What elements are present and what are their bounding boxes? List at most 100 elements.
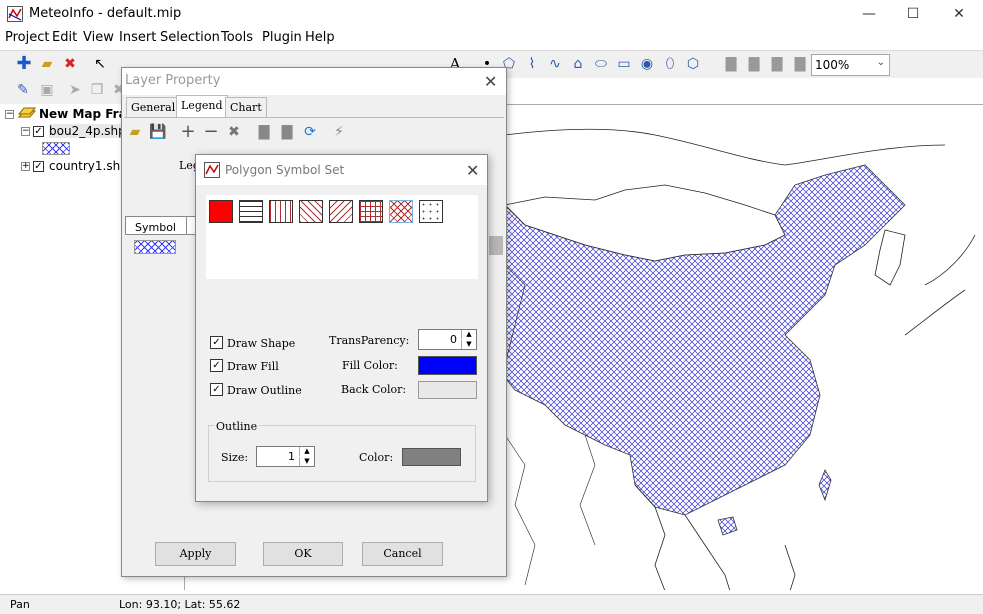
app-icon <box>7 6 23 22</box>
outline-color-swatch[interactable] <box>402 448 461 466</box>
tab-divider <box>124 117 504 118</box>
layer-checkbox[interactable]: ✓ <box>33 126 44 137</box>
move-down-icon[interactable]: ▇ <box>278 123 296 141</box>
menu-insert[interactable]: Insert <box>119 30 156 45</box>
save-icon[interactable]: 💾 <box>149 123 167 141</box>
spin-down-icon[interactable]: ▼ <box>299 457 314 466</box>
edit-icon[interactable]: ⚡ <box>330 123 348 141</box>
apply-button[interactable]: Apply <box>155 542 236 566</box>
menu-view[interactable]: View <box>83 30 114 45</box>
clear-breaks-icon[interactable]: ✖ <box>225 123 243 141</box>
collapse-icon[interactable]: − <box>21 127 30 136</box>
symbol-dialog-title: Polygon Symbol Set <box>225 163 345 177</box>
draw-fill-label: Draw Fill <box>227 360 279 373</box>
title-bar: MeteoInfo - default.mip — ☐ ✕ <box>0 0 983 28</box>
ellipse-tool-icon[interactable]: ⬯ <box>661 55 679 73</box>
select-pointer-icon[interactable]: ↖ <box>91 55 109 73</box>
remove-break-icon[interactable]: − <box>202 123 220 141</box>
symbol-column-header: Symbol <box>125 216 187 235</box>
app-icon <box>204 162 220 178</box>
menu-selection[interactable]: Selection <box>160 30 220 45</box>
pattern-forward-diagonal[interactable] <box>329 200 353 223</box>
remove-layer-icon[interactable]: ✖ <box>61 55 79 73</box>
menu-bar: Project Edit View Insert Selection Tools… <box>0 28 983 48</box>
draw-outline-checkbox[interactable]: ✓ <box>210 383 223 396</box>
close-window-button[interactable]: ✕ <box>948 4 970 24</box>
menu-help[interactable]: Help <box>305 30 335 45</box>
menu-edit[interactable]: Edit <box>52 30 77 45</box>
copy-feature-icon[interactable]: ❐ <box>88 81 106 99</box>
pattern-vertical[interactable] <box>269 200 293 223</box>
layer-checkbox[interactable]: ✓ <box>33 161 44 172</box>
status-bar: Pan Lon: 93.10; Lat: 55.62 <box>0 594 983 614</box>
close-icon[interactable]: ✕ <box>484 74 497 90</box>
freehand-polygon-icon[interactable]: ⬭ <box>592 55 610 73</box>
refresh-icon[interactable]: ⟳ <box>301 123 319 141</box>
map-frame-icon <box>18 107 36 118</box>
spin-down-icon[interactable]: ▼ <box>461 340 476 349</box>
page-zoom-in-icon[interactable]: ▇ <box>745 55 763 73</box>
menu-project[interactable]: Project <box>5 30 49 45</box>
add-layer-icon[interactable]: ✚ <box>15 55 33 73</box>
add-break-icon[interactable]: + <box>179 123 197 141</box>
legend-symbol-swatch[interactable] <box>134 240 176 254</box>
fill-color-label: Fill Color: <box>342 359 398 372</box>
outline-size-spinner[interactable]: 1 ▲ ▼ <box>256 446 315 467</box>
pencil-icon[interactable]: ✎ <box>14 81 32 99</box>
tab-legend[interactable]: Legend <box>176 95 228 117</box>
outline-group-label: Outline <box>214 420 260 433</box>
open-folder-icon[interactable]: ▰ <box>126 123 144 141</box>
move-up-icon[interactable]: ▇ <box>255 123 273 141</box>
select-feature-icon[interactable]: ➤ <box>66 81 84 99</box>
maximize-button[interactable]: ☐ <box>902 4 924 24</box>
transparency-value: 0 <box>450 333 457 346</box>
close-icon[interactable]: ✕ <box>466 163 479 179</box>
tab-general[interactable]: General <box>126 97 181 117</box>
transparency-label: TransParency: <box>329 334 410 347</box>
spin-up-icon[interactable]: ▲ <box>461 330 476 339</box>
menu-tools[interactable]: Tools <box>221 30 253 45</box>
polygon-tool-icon[interactable]: ⌂ <box>569 55 587 73</box>
zoom-value: 100% <box>815 58 850 72</box>
curve-polygon-icon[interactable]: ⬡ <box>684 55 702 73</box>
pattern-cross[interactable] <box>359 200 383 223</box>
pattern-back-diagonal[interactable] <box>299 200 323 223</box>
pattern-solid[interactable] <box>209 200 233 223</box>
save-edits-icon[interactable]: ▣ <box>38 81 56 99</box>
polyline-tool-icon[interactable]: ⌇ <box>523 55 541 73</box>
draw-shape-label: Draw Shape <box>227 337 296 350</box>
pattern-dots[interactable] <box>419 200 443 223</box>
layer-dialog-title: Layer Property <box>125 73 221 88</box>
draw-shape-checkbox[interactable]: ✓ <box>210 336 223 349</box>
draw-fill-checkbox[interactable]: ✓ <box>210 359 223 372</box>
spin-up-icon[interactable]: ▲ <box>299 447 314 456</box>
fill-color-swatch[interactable] <box>418 356 477 375</box>
expand-icon[interactable]: + <box>21 162 30 171</box>
circle-tool-icon[interactable]: ◉ <box>638 55 656 73</box>
pattern-diagonal-cross[interactable] <box>389 200 413 223</box>
ok-button[interactable]: OK <box>263 542 343 566</box>
pattern-horizontal[interactable] <box>239 200 263 223</box>
transparency-spinner[interactable]: 0 ▲ ▼ <box>418 329 477 350</box>
size-label: Size: <box>221 451 249 464</box>
status-mode: Pan <box>10 598 30 611</box>
page-zoom-out-icon[interactable]: ▇ <box>768 55 786 73</box>
status-coordinates: Lon: 93.10; Lat: 55.62 <box>119 598 241 611</box>
page-icon[interactable]: ▇ <box>722 55 740 73</box>
minimize-button[interactable]: — <box>858 4 880 24</box>
rectangle-tool-icon[interactable]: ▭ <box>615 55 633 73</box>
tab-chart[interactable]: Chart <box>225 97 267 117</box>
page-fit-icon[interactable]: ▇ <box>791 55 809 73</box>
curve-tool-icon[interactable]: ∿ <box>546 55 564 73</box>
outline-size-value: 1 <box>288 450 295 463</box>
collapse-icon[interactable]: − <box>5 110 14 119</box>
zoom-select[interactable]: 100% ⌄ <box>811 54 890 76</box>
open-folder-icon[interactable]: ▰ <box>38 55 56 73</box>
cancel-button[interactable]: Cancel <box>362 542 443 566</box>
menu-plugin[interactable]: Plugin <box>262 30 302 45</box>
symbol-dialog-title-bar: Polygon Symbol Set ✕ <box>196 155 487 185</box>
back-color-swatch[interactable] <box>418 381 477 399</box>
layer-name[interactable]: bou2_4p.shp <box>49 124 126 138</box>
layer-symbol-swatch[interactable] <box>42 142 70 155</box>
layer-name[interactable]: country1.shp <box>49 159 128 173</box>
